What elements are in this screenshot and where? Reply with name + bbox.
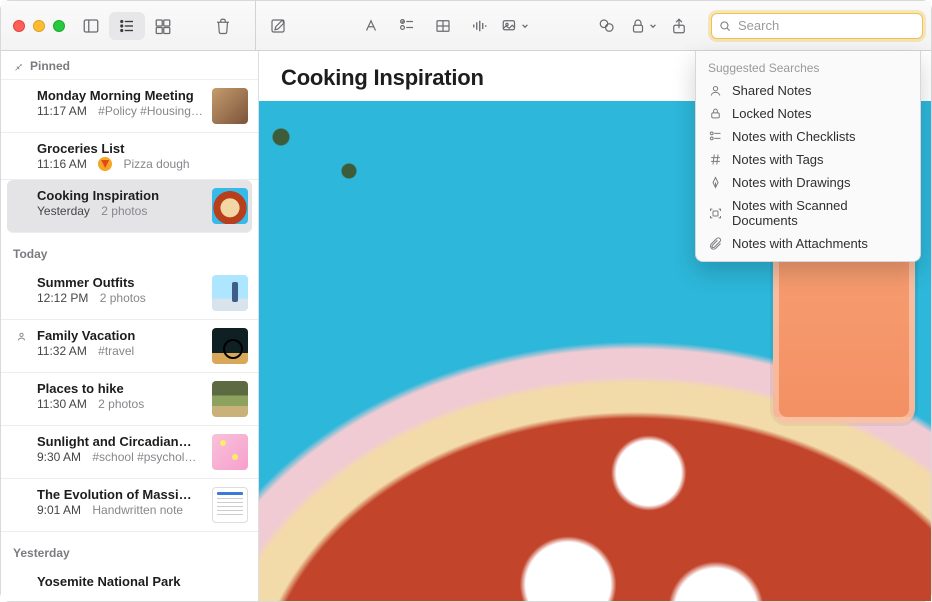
search-icon [718,19,732,33]
format-group [353,12,533,40]
yesterday-label: Yesterday [13,546,70,560]
text-style-button[interactable] [353,12,389,40]
note-time: Yesterday [37,204,90,218]
lock-button[interactable] [625,12,661,40]
suggestion-label: Notes with Scanned Documents [732,198,908,228]
note-title: Places to hike [37,381,204,396]
search-field[interactable] [711,13,923,39]
note-title: Yosemite National Park [37,574,248,589]
note-list-item-selected[interactable]: Cooking Inspiration Yesterday 2 photos [7,180,252,233]
gallery-view-button[interactable] [145,12,181,40]
note-thumbnail [212,434,248,470]
note-title: Summer Outfits [37,275,204,290]
note-list-item[interactable]: Sunlight and Circadian… 9:30 AM #school … [1,426,258,479]
shared-icon [15,330,28,343]
note-detail: 2 photos [98,397,144,411]
note-list-item[interactable]: Summer Outfits 12:12 PM 2 photos [1,267,258,320]
note-thumbnail [212,88,248,124]
paperclip-icon [708,236,723,251]
suggestion-label: Notes with Attachments [732,236,868,251]
lock-icon [708,106,723,121]
pin-icon [13,61,24,72]
note-thumbnail [212,381,248,417]
suggestion-scanned[interactable]: Notes with Scanned Documents [696,194,920,232]
note-time: 11:32 AM [37,344,87,358]
note-list-item[interactable]: Yosemite National Park [1,566,258,597]
note-detail: #school #psychol… [92,450,196,464]
note-title: Cooking Inspiration [37,188,204,203]
note-list-item[interactable]: Groceries List 11:16 AM Pizza dough [1,133,258,180]
note-list-item[interactable]: Monday Morning Meeting 11:17 AM #Policy … [1,80,258,133]
suggestion-label: Notes with Drawings [732,175,851,190]
suggestion-label: Notes with Tags [732,152,824,167]
window-zoom-button[interactable] [53,20,65,32]
table-button[interactable] [425,12,461,40]
note-detail: 2 photos [101,204,147,218]
suggestion-shared-notes[interactable]: Shared Notes [696,79,920,102]
note-detail: #Policy #Housing… [98,104,203,118]
pizza-emoji-icon [98,157,112,171]
window-close-button[interactable] [13,20,25,32]
note-detail: Handwritten note [92,503,183,517]
note-time: 12:12 PM [37,291,88,305]
suggestions-header: Suggested Searches [696,57,920,79]
link-button[interactable] [589,12,625,40]
note-time: 11:30 AM [37,397,87,411]
yesterday-section-header: Yesterday [1,532,258,566]
note-list-item[interactable]: Places to hike 11:30 AM 2 photos [1,373,258,426]
note-time: 11:16 AM [37,157,87,171]
note-detail: 2 photos [100,291,146,305]
suggestion-label: Notes with Checklists [732,129,856,144]
note-time: 9:30 AM [37,450,81,464]
search-input[interactable] [738,18,916,33]
suggestion-label: Shared Notes [732,83,812,98]
suggestion-label: Locked Notes [732,106,812,121]
note-thumbnail [212,328,248,364]
note-list-item[interactable]: The Evolution of Massi… 9:01 AM Handwrit… [1,479,258,532]
toolbar-divider [255,1,256,51]
pencil-tip-icon [708,175,723,190]
view-toggle-group [73,12,191,40]
suggestion-checklists[interactable]: Notes with Checklists [696,125,920,148]
note-thumbnail [212,487,248,523]
note-list-item[interactable]: Family Vacation 11:32 AM #travel [1,320,258,373]
pinned-section-header: Pinned [1,51,258,80]
toggle-sidebar-button[interactable] [73,12,109,40]
new-note-button[interactable] [260,12,296,40]
actions-group [589,12,697,40]
scan-icon [708,206,723,221]
note-thumbnail [212,275,248,311]
note-title: Family Vacation [37,328,204,343]
note-time: 9:01 AM [37,503,81,517]
suggestion-locked-notes[interactable]: Locked Notes [696,102,920,125]
checklist-button[interactable] [389,12,425,40]
notes-list-sidebar[interactable]: Pinned Monday Morning Meeting 11:17 AM #… [1,51,259,601]
today-section-header: Today [1,233,258,267]
delete-note-button[interactable] [205,12,241,40]
note-detail: #travel [98,344,134,358]
note-detail: Pizza dough [124,157,190,171]
pinned-label: Pinned [30,59,70,73]
titlebar-toolbar [1,1,931,51]
note-title: Monday Morning Meeting [37,88,204,103]
search-suggestions-dropdown: Suggested Searches Shared Notes Locked N… [695,51,921,262]
note-thumbnail [212,188,248,224]
suggestion-tags[interactable]: Notes with Tags [696,148,920,171]
note-title: The Evolution of Massi… [37,487,204,502]
hashtag-icon [708,152,723,167]
note-time: 11:17 AM [37,104,87,118]
audio-button[interactable] [461,12,497,40]
suggestion-drawings[interactable]: Notes with Drawings [696,171,920,194]
list-view-button[interactable] [109,12,145,40]
window-controls [9,20,73,32]
media-button[interactable] [497,12,533,40]
people-icon [708,83,723,98]
window-minimize-button[interactable] [33,20,45,32]
note-title: Sunlight and Circadian… [37,434,204,449]
checklist-icon [708,129,723,144]
note-title: Groceries List [37,141,248,156]
share-button[interactable] [661,12,697,40]
today-label: Today [13,247,47,261]
suggestion-attachments[interactable]: Notes with Attachments [696,232,920,255]
